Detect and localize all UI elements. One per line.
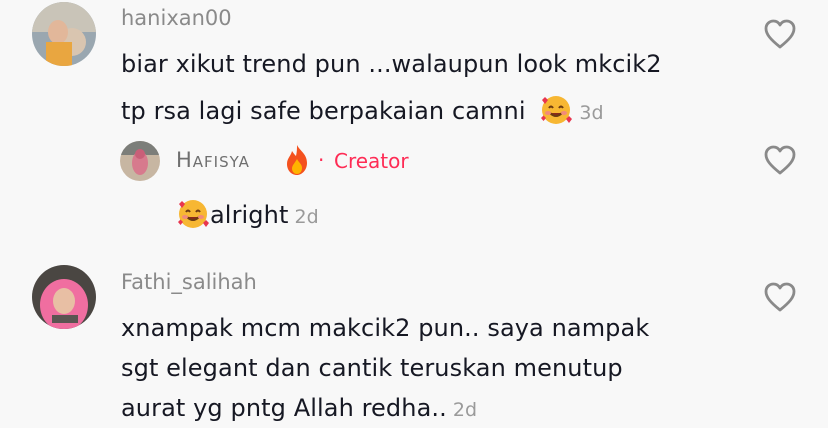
reply-text-line: alright 2d (176, 196, 319, 234)
comment-text-line: biar xikut trend pun ...walaupun look mk… (121, 50, 662, 78)
comment-username[interactable]: Fathi_salihah (121, 272, 257, 293)
like-button[interactable] (763, 144, 797, 176)
creator-badge: Creator (334, 149, 409, 173)
comment-text-line: sgt elegant dan cantik teruskan menutup (121, 354, 623, 382)
reply-timestamp: 2d (294, 206, 319, 228)
creator-avatar[interactable] (120, 141, 160, 181)
comment-text-line-content: tp rsa lagi safe berpakaian camni (121, 97, 526, 125)
fire-icon (282, 143, 312, 181)
comment-username[interactable]: hanixan00 (121, 8, 232, 29)
smiling-face-with-hearts-icon (176, 196, 210, 234)
heart-outline-icon (764, 145, 796, 175)
comment-text-line: tp rsa lagi safe berpakaian camni 3d (121, 92, 604, 130)
avatar[interactable] (32, 265, 96, 329)
comment-timestamp: 3d (579, 102, 604, 124)
avatar[interactable] (32, 2, 96, 66)
separator-dot: · (318, 148, 325, 172)
comment-text-line-content: aurat yg pntg Allah redha.. (121, 394, 447, 422)
comment-timestamp: 2d (452, 399, 478, 421)
comment-text-line: aurat yg pntg Allah redha.. 2d (121, 396, 477, 420)
comment-list: hanixan00 biar xikut trend pun ...walaup… (0, 0, 828, 428)
smiling-face-with-hearts-icon (539, 92, 573, 130)
heart-outline-icon (764, 282, 796, 312)
heart-outline-icon (764, 19, 796, 49)
like-button[interactable] (763, 18, 797, 50)
comment-text-line: xnampak mcm makcik2 pun.. saya nampak (121, 314, 650, 342)
reply-text: alright (210, 201, 289, 229)
like-button[interactable] (763, 281, 797, 313)
creator-username[interactable]: Hafisya (176, 150, 250, 171)
